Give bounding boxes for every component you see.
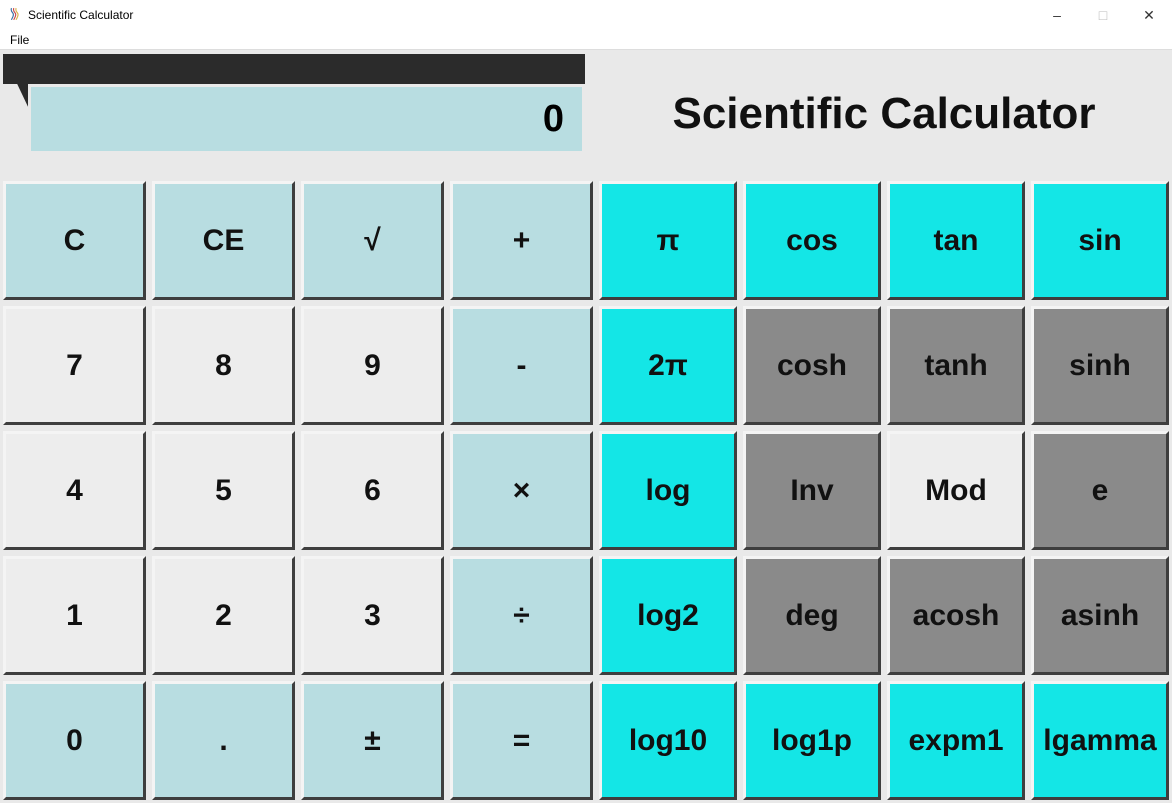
e-button[interactable]: e [1031,431,1169,550]
asinh-button[interactable]: asinh [1031,556,1169,675]
digit-4-button[interactable]: 4 [3,431,146,550]
clear-button[interactable]: C [3,181,146,300]
log1p-button[interactable]: log1p [743,681,881,800]
sqrt-button[interactable]: √ [301,181,444,300]
clear-entry-button[interactable]: CE [152,181,295,300]
menu-file[interactable]: File [4,31,35,49]
calculator-display: 0 [28,84,585,154]
multiply-button[interactable]: × [450,431,593,550]
sinh-button[interactable]: sinh [1031,306,1169,425]
acosh-button[interactable]: acosh [887,556,1025,675]
plus-minus-button[interactable]: ± [301,681,444,800]
display-bezel-top [3,54,585,84]
digit-8-button[interactable]: 8 [152,306,295,425]
left-panel: 0 C CE √ + 7 8 9 - 4 5 6 × 1 2 3 ÷ 0 . [0,50,596,803]
cosh-button[interactable]: cosh [743,306,881,425]
digit-9-button[interactable]: 9 [301,306,444,425]
scientific-keypad: π cos tan sin 2π cosh tanh sinh log Inv … [596,178,1172,803]
window-controls: – □ ✕ [1034,0,1172,30]
minimize-button[interactable]: – [1034,0,1080,30]
right-panel: Scientific Calculator π cos tan sin 2π c… [596,50,1172,803]
log2-button[interactable]: log2 [599,556,737,675]
decimal-button[interactable]: . [152,681,295,800]
window-titlebar: Scientific Calculator – □ ✕ [0,0,1172,30]
tanh-button[interactable]: tanh [887,306,1025,425]
tan-button[interactable]: tan [887,181,1025,300]
equals-button[interactable]: = [450,681,593,800]
digit-0-button[interactable]: 0 [3,681,146,800]
expm1-button[interactable]: expm1 [887,681,1025,800]
two-pi-button[interactable]: 2π [599,306,737,425]
app-icon [8,7,22,24]
close-icon: ✕ [1143,7,1155,24]
lgamma-button[interactable]: lgamma [1031,681,1169,800]
digit-3-button[interactable]: 3 [301,556,444,675]
display-area: 0 [0,50,596,178]
menubar: File [0,30,1172,50]
sin-button[interactable]: sin [1031,181,1169,300]
numeric-keypad: C CE √ + 7 8 9 - 4 5 6 × 1 2 3 ÷ 0 . ± = [0,178,596,803]
maximize-button[interactable]: □ [1080,0,1126,30]
log-button[interactable]: log [599,431,737,550]
log10-button[interactable]: log10 [599,681,737,800]
pi-button[interactable]: π [599,181,737,300]
digit-2-button[interactable]: 2 [152,556,295,675]
digit-7-button[interactable]: 7 [3,306,146,425]
display-value: 0 [543,98,564,141]
titlebar-left: Scientific Calculator [8,7,133,24]
plus-button[interactable]: + [450,181,593,300]
minimize-icon: – [1053,7,1061,23]
close-button[interactable]: ✕ [1126,0,1172,30]
digit-5-button[interactable]: 5 [152,431,295,550]
digit-1-button[interactable]: 1 [3,556,146,675]
mod-button[interactable]: Mod [887,431,1025,550]
page-title: Scientific Calculator [596,50,1172,178]
window-title: Scientific Calculator [28,8,133,22]
maximize-icon: □ [1099,7,1107,23]
digit-6-button[interactable]: 6 [301,431,444,550]
deg-button[interactable]: deg [743,556,881,675]
divide-button[interactable]: ÷ [450,556,593,675]
cos-button[interactable]: cos [743,181,881,300]
inv-button[interactable]: Inv [743,431,881,550]
app-body: 0 C CE √ + 7 8 9 - 4 5 6 × 1 2 3 ÷ 0 . [0,50,1172,803]
minus-button[interactable]: - [450,306,593,425]
